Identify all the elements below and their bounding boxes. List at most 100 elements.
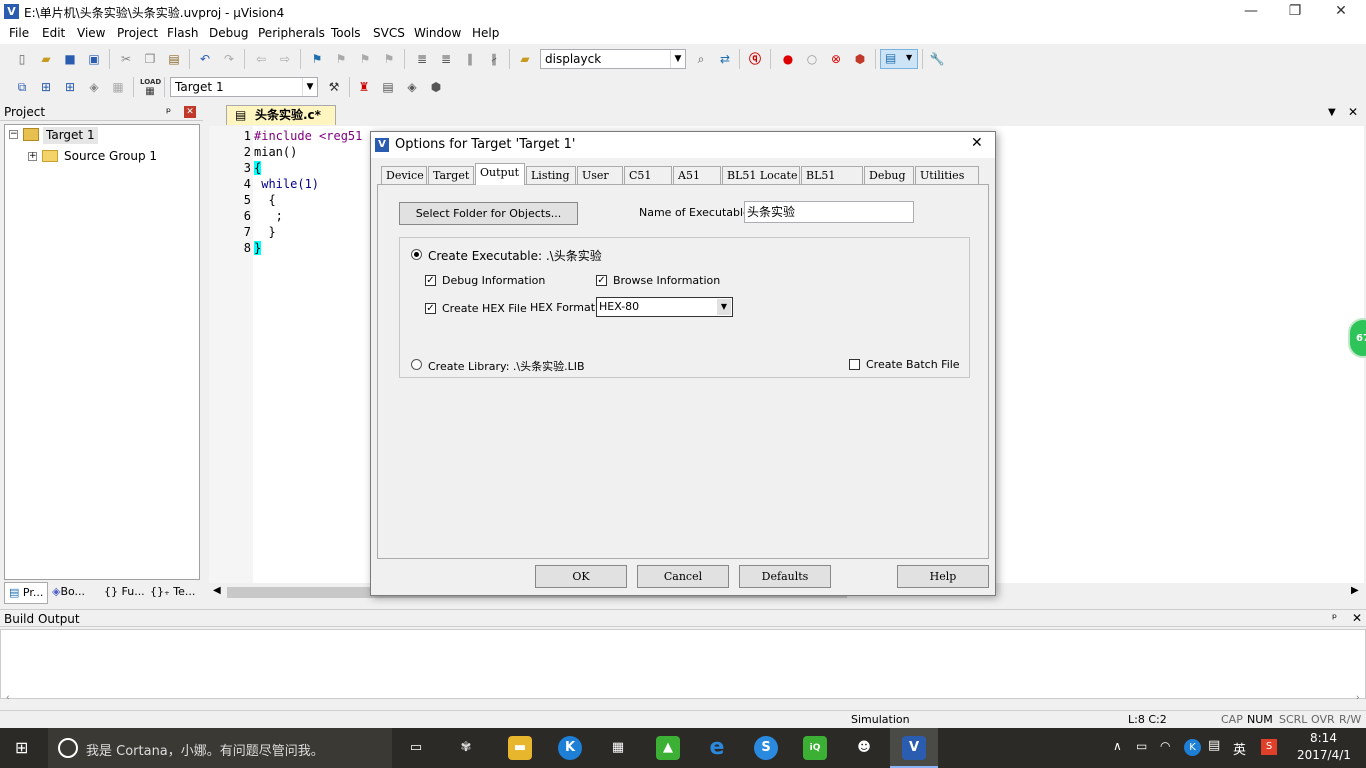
menu-peripherals[interactable]: Peripherals (258, 26, 325, 40)
stop-build-icon[interactable]: ▦ (109, 78, 127, 96)
comment-icon[interactable]: ∥ (461, 50, 479, 68)
tab-bl51-locate[interactable]: BL51 Locate (722, 166, 800, 184)
tab-device[interactable]: Device (381, 166, 427, 184)
kugou-app-icon[interactable]: K (558, 736, 582, 760)
chevron-down-icon[interactable]: ▼ (670, 50, 685, 68)
nav-forward-icon[interactable]: ⇨ (276, 50, 294, 68)
paste-icon[interactable]: ▤ (165, 50, 183, 68)
file-explorer-icon[interactable]: ▬ (508, 736, 532, 760)
menu-view[interactable]: View (77, 26, 105, 40)
wifi-icon[interactable]: ◠ (1160, 739, 1170, 753)
tree-item-target[interactable]: Target 1 (43, 127, 98, 144)
tab-user[interactable]: User (577, 166, 623, 184)
nav-back-icon[interactable]: ⇦ (252, 50, 270, 68)
select-packs-icon[interactable]: ◈ (403, 78, 421, 96)
incremental-find-icon[interactable]: ⇄ (716, 50, 734, 68)
breakpoint-icon[interactable]: ● (779, 50, 797, 68)
iqiyi-icon[interactable]: iQ (803, 736, 827, 760)
scroll-right-icon[interactable]: ▶ (1351, 585, 1359, 596)
tab-templates[interactable]: {}₊ Te... (150, 585, 195, 598)
configure-wrench-icon[interactable]: 🔧 (928, 50, 946, 68)
find-combo[interactable]: displayck ▼ (540, 49, 686, 69)
redo-icon[interactable]: ↷ (220, 50, 238, 68)
disable-all-breakpoints-icon[interactable]: ⬢ (851, 50, 869, 68)
collapse-icon[interactable]: − (9, 130, 18, 139)
uvision-taskbar-button[interactable]: V (890, 728, 938, 768)
tab-utilities[interactable]: Utilities (915, 166, 979, 184)
tab-books[interactable]: ◈Bo... (52, 585, 85, 598)
new-file-icon[interactable]: ▯ (13, 50, 31, 68)
dialog-close-icon[interactable]: ✕ (971, 135, 983, 151)
pin-icon[interactable]: ᵖ (1332, 609, 1337, 627)
uncomment-icon[interactable]: ∦ (485, 50, 503, 68)
clock-date[interactable]: 2017/4/1 (1297, 748, 1351, 762)
scroll-right-icon[interactable]: › (1356, 693, 1360, 703)
find-in-files-icon[interactable]: ▰ (516, 50, 534, 68)
close-panel-icon[interactable]: ✕ (1352, 609, 1362, 627)
debug-info-checkbox[interactable]: ✓ (425, 275, 436, 286)
tab-a51[interactable]: A51 (673, 166, 721, 184)
scroll-left-icon[interactable]: ‹ (6, 693, 10, 703)
tab-project[interactable]: ▤ Pr... (4, 582, 48, 604)
menu-flash[interactable]: Flash (167, 26, 198, 40)
pinwheel-app-icon[interactable]: ✾ (454, 736, 478, 760)
bookmark-icon[interactable]: ⚑ (308, 50, 326, 68)
qq-icon[interactable]: ☻ (852, 736, 876, 760)
kugou-tray-icon[interactable]: K (1184, 739, 1201, 756)
disable-breakpoint-icon[interactable]: ○ (803, 50, 821, 68)
rebuild-icon[interactable]: ⊞ (61, 78, 79, 96)
menu-file[interactable]: File (9, 26, 29, 40)
chevron-up-icon[interactable]: ∧ (1113, 739, 1122, 753)
create-exe-radio[interactable] (411, 249, 422, 260)
menu-edit[interactable]: Edit (42, 26, 65, 40)
editor-close-icon[interactable]: ✕ (1348, 105, 1358, 119)
close-panel-icon[interactable]: ✕ (184, 106, 196, 118)
scroll-left-icon[interactable]: ◀ (213, 585, 221, 596)
expand-icon[interactable]: + (28, 152, 37, 161)
download-button[interactable]: LOAD ▦ (140, 78, 161, 97)
tab-debug[interactable]: Debug (864, 166, 914, 184)
sogou-ime-icon[interactable]: S (1261, 739, 1277, 755)
menu-help[interactable]: Help (472, 26, 499, 40)
indent-icon[interactable]: ≣ (413, 50, 431, 68)
tab-bl51-misc[interactable]: BL51 Misc (801, 166, 863, 200)
cut-icon[interactable]: ✂ (117, 50, 135, 68)
editor-dropdown-icon[interactable]: ▼ (1328, 107, 1336, 118)
restore-button[interactable]: ❐ (1272, 0, 1318, 24)
prev-bookmark-icon[interactable]: ⚑ (332, 50, 350, 68)
ok-button[interactable]: OK (535, 565, 627, 588)
target-combo[interactable]: Target 1 ▼ (170, 77, 318, 97)
tab-output[interactable]: Output (475, 163, 525, 185)
store-icon[interactable]: ▦ (606, 736, 630, 760)
undo-icon[interactable]: ↶ (196, 50, 214, 68)
chevron-down-icon[interactable]: ▼ (717, 299, 731, 315)
browse-info-checkbox[interactable]: ✓ (596, 275, 607, 286)
clock-time[interactable]: 8:14 (1310, 731, 1337, 745)
windows-start-icon[interactable]: ⊞ (15, 740, 33, 758)
window-layout-button[interactable]: ▤ ▼ (880, 49, 918, 69)
menu-debug[interactable]: Debug (209, 26, 248, 40)
tree-item-source-group[interactable]: Source Group 1 (64, 149, 157, 163)
cancel-button[interactable]: Cancel (637, 565, 729, 588)
build-output-text[interactable] (0, 629, 1366, 699)
tab-functions[interactable]: {} Fu... (104, 585, 145, 598)
clear-bookmarks-icon[interactable]: ⚑ (380, 50, 398, 68)
cortana-search-box[interactable]: 我是 Cortana，小娜。有问题尽管问我。 (48, 728, 392, 768)
kill-breakpoints-icon[interactable]: ⊗ (827, 50, 845, 68)
notification-icon[interactable]: ▤ (1208, 738, 1220, 753)
target-options-icon[interactable]: ⚒ (325, 78, 343, 96)
debug-session-icon[interactable]: ⓠ (746, 50, 764, 68)
copy-icon[interactable]: ❐ (141, 50, 159, 68)
tab-listing[interactable]: Listing (526, 166, 576, 184)
menu-project[interactable]: Project (117, 26, 158, 40)
build-icon[interactable]: ⊞ (37, 78, 55, 96)
floating-badge[interactable]: 67 (1348, 318, 1366, 358)
save-all-icon[interactable]: ▣ (85, 50, 103, 68)
green-app-icon[interactable]: ▲ (656, 736, 680, 760)
pin-icon[interactable]: ᵖ (166, 103, 171, 121)
menu-window[interactable]: Window (414, 26, 461, 40)
batch-file-checkbox[interactable] (849, 359, 860, 370)
defaults-button[interactable]: Defaults (739, 565, 831, 588)
unindent-icon[interactable]: ≣ (437, 50, 455, 68)
batch-build-icon[interactable]: ◈ (85, 78, 103, 96)
